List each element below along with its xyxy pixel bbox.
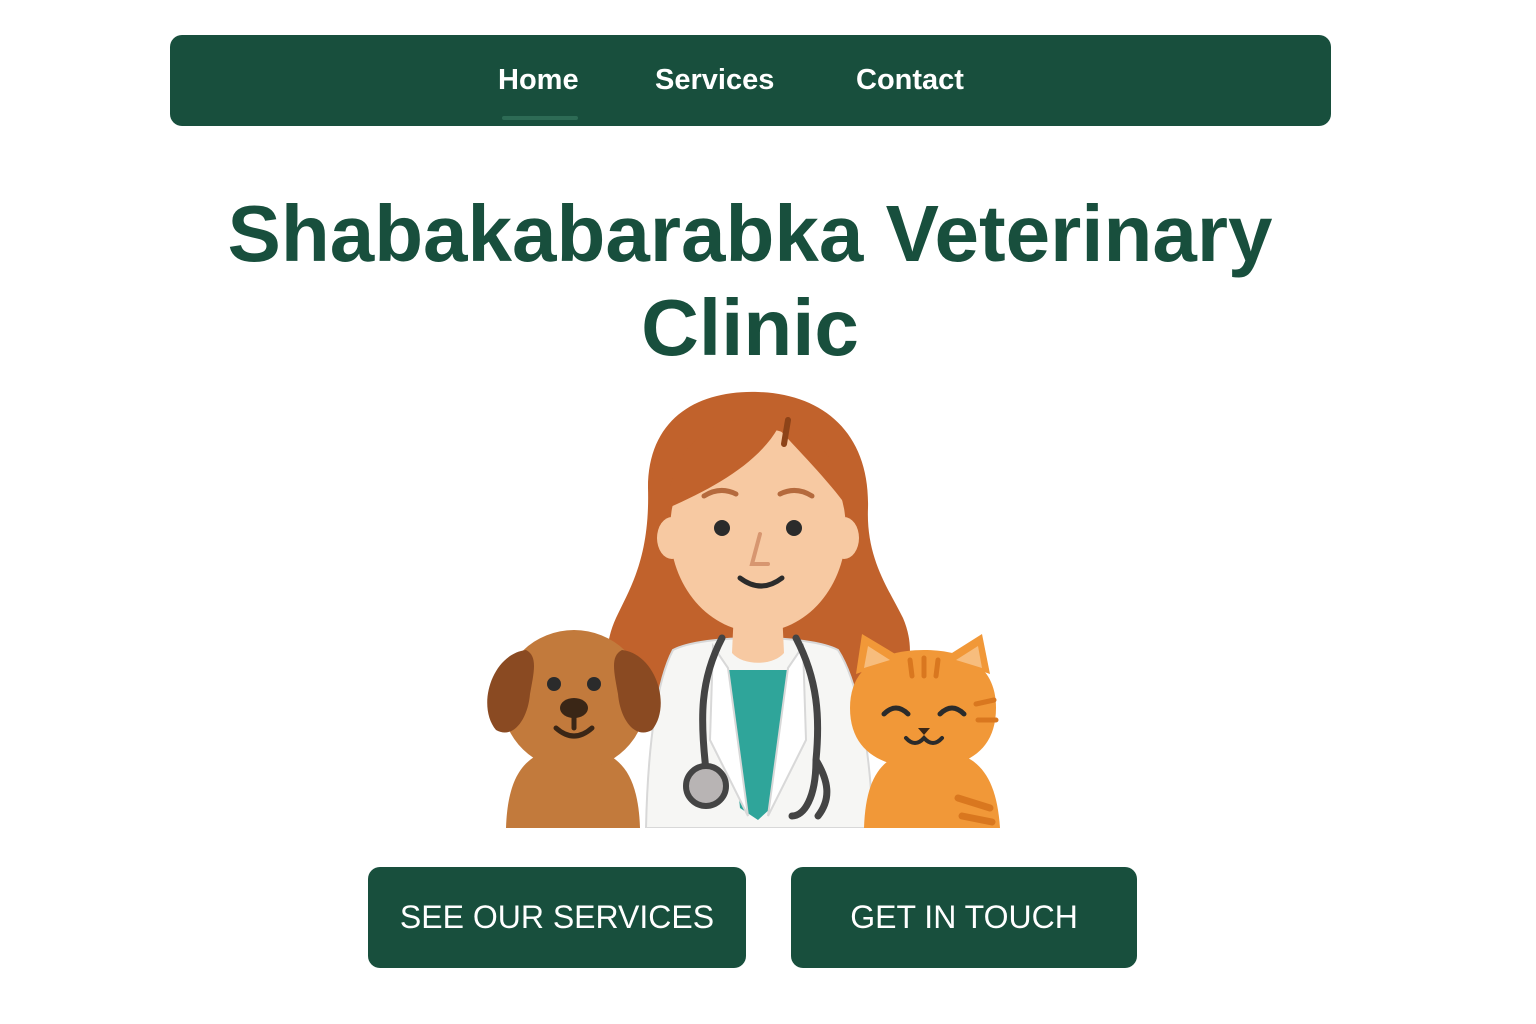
nav-home-link[interactable]: Home (498, 63, 579, 97)
top-navbar: Home Services Contact (170, 35, 1331, 126)
stethoscope-chestpiece (683, 763, 729, 809)
get-in-touch-button[interactable]: GET IN TOUCH (791, 867, 1137, 968)
dog-nose (560, 698, 588, 718)
page: Home Services Contact Shabakabarabka Vet… (0, 0, 1536, 1024)
page-title: Shabakabarabka Veterinary Clinic (227, 189, 1273, 372)
vet-with-pets-illustration (487, 391, 1000, 828)
nav-contact-link[interactable]: Contact (856, 63, 964, 97)
see-our-services-button[interactable]: SEE OUR SERVICES (368, 867, 746, 968)
vet-eye-left (714, 520, 730, 536)
vet-eye-right (786, 520, 802, 536)
nav-home-active-indicator (502, 116, 578, 120)
nav-services-link[interactable]: Services (655, 63, 774, 97)
